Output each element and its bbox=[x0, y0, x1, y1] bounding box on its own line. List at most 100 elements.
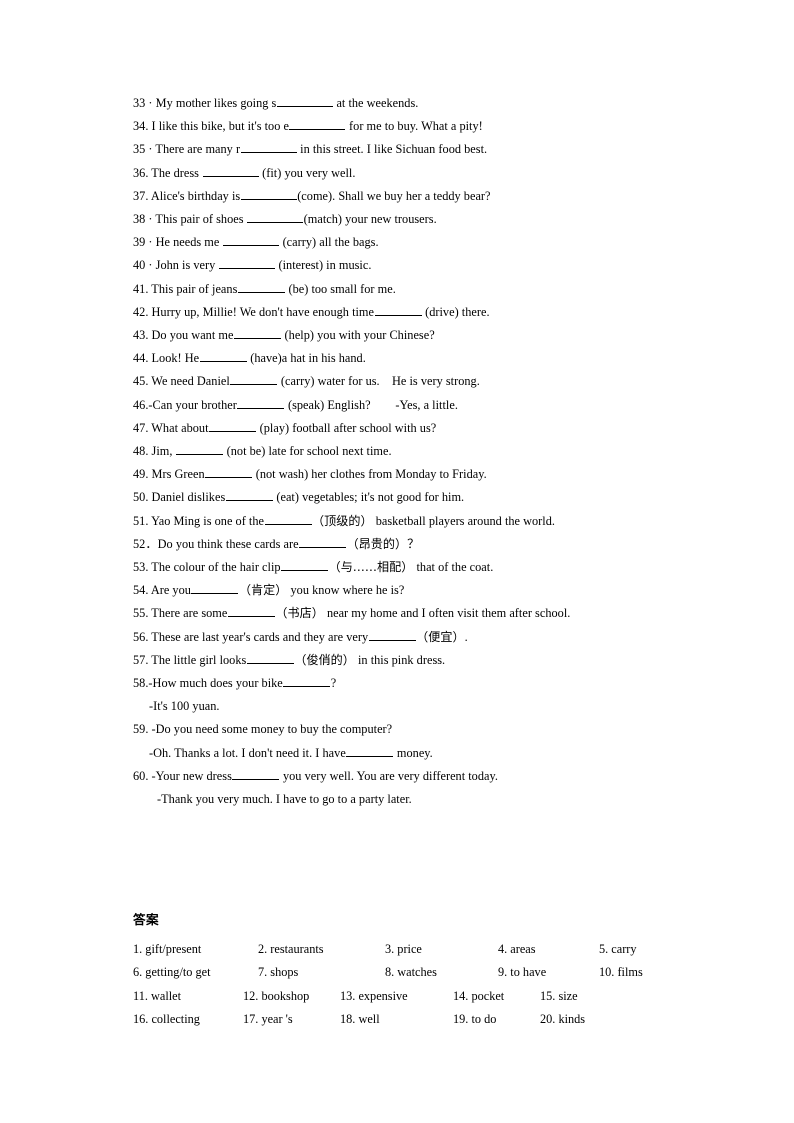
answer-blank[interactable] bbox=[225, 489, 273, 502]
exercise-line: 53. The colour of the hair clip （与……相配） t… bbox=[133, 556, 693, 579]
answer-blank[interactable] bbox=[233, 327, 281, 340]
answer-blank[interactable] bbox=[299, 536, 347, 548]
exercise-text: 58.-How much does your bike bbox=[133, 676, 283, 691]
exercise-text: 57. The little girl looks bbox=[133, 652, 247, 667]
exercise-line: 60. -Your new dress you very well. You a… bbox=[133, 765, 693, 788]
exercise-text: 45. We need Daniel bbox=[133, 374, 230, 389]
exercise-text: 56. These are last year's cards and they… bbox=[133, 629, 369, 644]
exercise-text: you know where he is? bbox=[287, 583, 405, 598]
answer-blank[interactable] bbox=[346, 744, 394, 757]
answer-item: 13. expensive bbox=[340, 988, 408, 1003]
exercise-line: 36. The dress (fit) you very well. bbox=[133, 162, 693, 185]
exercise-line: 42. Hurry up, Millie! We don't have enou… bbox=[133, 301, 693, 324]
exercise-text: (carry) water for us. He is very strong. bbox=[277, 374, 480, 389]
exercise-text: ？ bbox=[407, 536, 420, 551]
chinese-hint: （与……相配） bbox=[328, 560, 414, 575]
exercise-text: ? bbox=[330, 676, 337, 691]
answer-item: 19. to do bbox=[453, 1012, 497, 1027]
answer-blank[interactable] bbox=[283, 675, 331, 688]
exercise-text: (fit) you very well. bbox=[259, 165, 356, 180]
exercise-text: 34. I like this bike, but it's too e bbox=[133, 119, 289, 134]
answer-blank[interactable] bbox=[237, 280, 285, 293]
answer-blank[interactable] bbox=[247, 211, 304, 224]
answer-blank[interactable] bbox=[281, 559, 329, 572]
answer-blank[interactable] bbox=[264, 512, 312, 525]
exercise-line: 39 · He needs me (carry) all the bags. bbox=[133, 231, 693, 254]
exercise-text: 53. The colour of the hair clip bbox=[133, 560, 281, 575]
exercise-line: 56. These are last year's cards and they… bbox=[133, 626, 693, 649]
exercise-text: 59. -Do you need some money to buy the c… bbox=[133, 722, 393, 737]
answer-blank[interactable] bbox=[227, 605, 275, 618]
answer-blank[interactable] bbox=[202, 164, 259, 177]
exercise-line: 38 · This pair of shoes (match) your new… bbox=[133, 208, 693, 231]
answer-blank[interactable] bbox=[205, 466, 253, 479]
answer-blank[interactable] bbox=[199, 350, 247, 363]
answer-blank[interactable] bbox=[276, 95, 333, 107]
exercise-text: (match) your new trousers. bbox=[303, 212, 437, 227]
answer-item: 3. price bbox=[385, 942, 422, 956]
answer-blank[interactable] bbox=[237, 396, 285, 409]
exercise-text: 40 · John is very bbox=[133, 258, 219, 273]
exercise-text: that of the coat. bbox=[413, 560, 494, 575]
exercise-list: 33 · My mother likes going s at the week… bbox=[133, 92, 693, 811]
answer-row: 16. collecting 17. year 's 18. well 19. to … bbox=[133, 1008, 693, 1031]
chinese-hint: （便宜） bbox=[416, 629, 465, 644]
exercise-text: (eat) vegetables; it's not good for him. bbox=[273, 490, 465, 505]
exercise-text: 51. Yao Ming is one of the bbox=[133, 513, 265, 528]
exercise-text: (be) too small for me. bbox=[285, 281, 396, 296]
exercise-line: 54. Are you （肯定） you know where he is? bbox=[133, 579, 693, 602]
answer-item: 10. films bbox=[599, 965, 643, 980]
exercise-line: 57. The little girl looks （俊俏的） in this p… bbox=[133, 649, 693, 672]
answer-item: 7. shops bbox=[258, 965, 299, 980]
chinese-hint: （俊俏的） bbox=[294, 652, 355, 667]
answer-blank[interactable] bbox=[222, 234, 279, 247]
answer-item: 17. year 's bbox=[243, 1012, 293, 1027]
exercise-text: 35 · There are many r bbox=[133, 142, 241, 157]
exercise-text: 41. This pair of jeans bbox=[133, 281, 238, 296]
exercise-text: -Oh. Thanks a lot. I don't need it. I ha… bbox=[149, 745, 346, 760]
exercise-line: 33 · My mother likes going s at the week… bbox=[133, 92, 693, 115]
answer-item: 2. restaurants bbox=[258, 942, 324, 956]
exercise-text: you very well. You are very different to… bbox=[279, 768, 498, 783]
answer-blank[interactable] bbox=[176, 443, 224, 456]
exercise-line: -Thank you very much. I have to go to a … bbox=[133, 788, 693, 811]
answer-item: 5. carry bbox=[599, 942, 637, 956]
answers-heading: 答案 bbox=[133, 912, 159, 927]
exercise-text: 52．Do you think these cards are bbox=[133, 536, 299, 551]
answer-item: 20. kinds bbox=[540, 1012, 586, 1027]
exercise-text: (not be) late for school next time. bbox=[223, 444, 392, 459]
answer-blank[interactable] bbox=[289, 118, 346, 131]
exercise-text: 49. Mrs Green bbox=[133, 467, 205, 482]
exercise-text: 60. -Your new dress bbox=[133, 768, 232, 783]
exercise-text: . bbox=[464, 629, 468, 644]
answer-item: 8. watches bbox=[385, 965, 437, 980]
exercise-text: 44. Look! He bbox=[133, 351, 200, 366]
exercise-text: (play) football after school with us? bbox=[256, 420, 437, 435]
exercise-text: near my home and I often visit them afte… bbox=[323, 606, 571, 621]
exercise-text: 47. What about bbox=[133, 420, 209, 435]
answer-blank[interactable] bbox=[218, 257, 275, 270]
exercise-line: 45. We need Daniel (carry) water for us.… bbox=[133, 370, 693, 393]
answer-blank[interactable] bbox=[191, 582, 239, 595]
answer-item: 1. gift/present bbox=[133, 942, 202, 956]
worksheet-page: 33 · My mother likes going s at the week… bbox=[0, 0, 794, 1123]
answer-blank[interactable] bbox=[374, 304, 422, 316]
answer-blank[interactable] bbox=[209, 420, 257, 432]
exercise-text: 42. Hurry up, Millie! We don't have enou… bbox=[133, 304, 374, 319]
exercise-text: 37. Alice's birthday is bbox=[133, 188, 241, 203]
exercise-line: 44. Look! He (have)a hat in his hand. bbox=[133, 347, 693, 370]
exercise-line: 46.-Can your brother (speak) English? -Y… bbox=[133, 394, 693, 417]
exercise-text: -It's 100 yuan. bbox=[149, 699, 220, 714]
answer-blank[interactable] bbox=[240, 188, 297, 200]
exercise-line: -It's 100 yuan. bbox=[133, 695, 693, 718]
exercise-line: 43. Do you want me (help) you with your … bbox=[133, 324, 693, 347]
exercise-text: at the weekends. bbox=[333, 96, 419, 110]
answer-blank[interactable] bbox=[246, 652, 294, 664]
answer-blank[interactable] bbox=[230, 373, 278, 386]
answer-row: 11. wallet 12. bookshop 13. expensive 14. p… bbox=[133, 985, 693, 1008]
answer-blank[interactable] bbox=[240, 141, 297, 154]
answer-blank[interactable] bbox=[232, 768, 280, 780]
exercise-text: 46.-Can your brother bbox=[133, 397, 237, 412]
answer-blank[interactable] bbox=[368, 628, 416, 641]
exercise-text: money. bbox=[393, 745, 433, 760]
